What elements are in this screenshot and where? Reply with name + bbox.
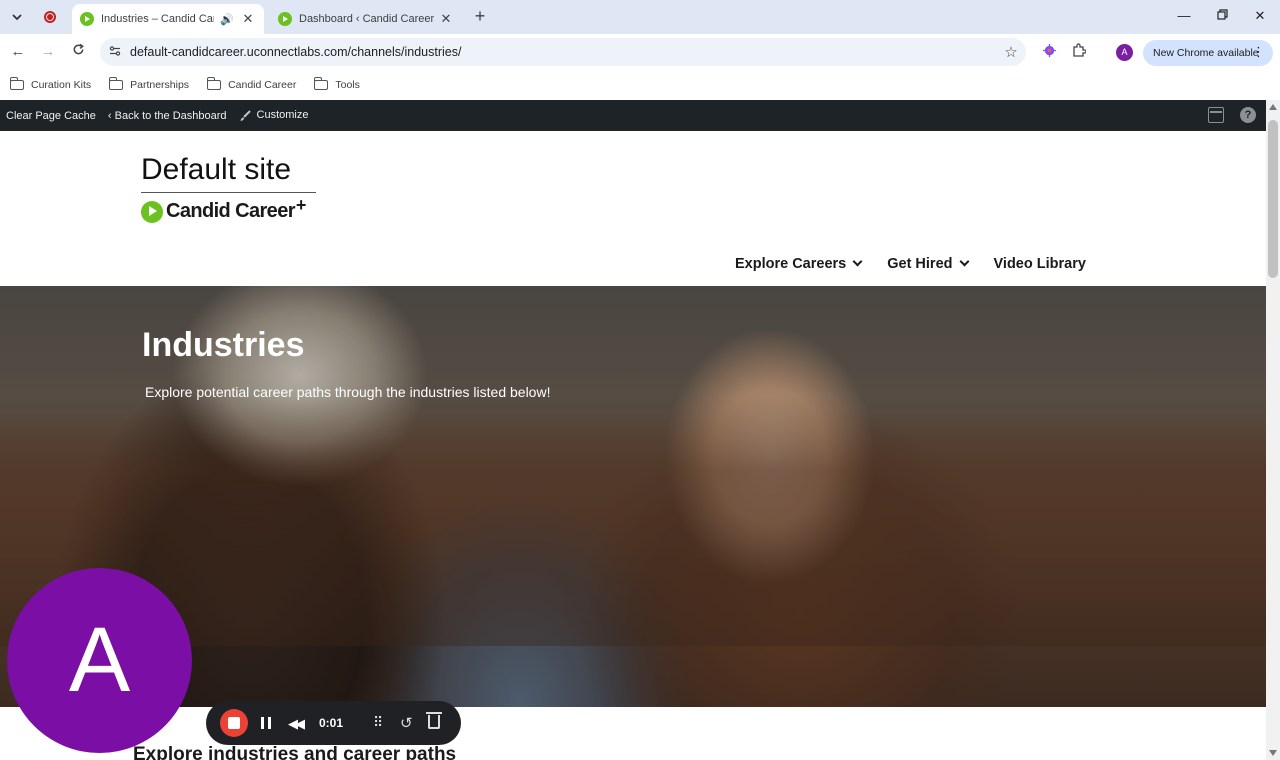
update-label: New Chrome available [1153,47,1259,59]
bookmark-curation-kits[interactable]: Curation Kits [9,77,91,91]
paintbrush-icon [240,109,251,121]
back-button[interactable]: ← [8,42,28,62]
customize-link[interactable]: Customize [239,109,308,121]
candid-career-favicon-icon [278,12,292,26]
scroll-thumb[interactable] [1268,120,1278,278]
scroll-up-arrow-icon[interactable] [1269,104,1277,110]
extensions-puzzle-icon[interactable] [1070,43,1088,61]
update-chrome-button[interactable]: New Chrome available ⋮ [1143,40,1273,66]
title-divider [141,192,316,193]
nav-get-hired[interactable]: Get Hired [887,256,969,272]
site-title[interactable]: Default site [141,153,291,187]
stop-recording-button[interactable] [220,709,248,737]
site-logo[interactable]: Candid Career + [141,195,306,223]
restore-button[interactable] [1212,8,1232,23]
candid-career-favicon-icon [80,12,94,26]
reload-button[interactable] [68,42,88,62]
bookmarks-bar: Curation Kits Partnerships Candid Career… [0,70,1280,100]
logo-plus: + [295,195,307,215]
extension-spark-icon[interactable] [1040,43,1058,61]
logo-text: Candid Career [166,200,296,222]
minimize-button[interactable]: — [1174,8,1194,23]
chevron-down-icon [12,14,22,21]
more-menu-icon[interactable]: ⋮ [1252,44,1265,60]
grid-dots-icon[interactable]: ⠿ [373,714,383,731]
help-icon[interactable]: ? [1240,107,1256,123]
close-icon[interactable]: ✕ [438,11,454,27]
restore-icon [1216,9,1228,20]
restart-icon[interactable]: ↺ [400,714,413,732]
new-tab-button[interactable]: + [470,7,490,27]
hero-heading: Industries [142,326,305,364]
speaker-icon[interactable]: 🔊 [220,13,234,26]
trash-icon[interactable] [426,712,442,729]
close-window-button[interactable]: ✕ [1250,8,1270,24]
pause-button[interactable] [261,717,271,729]
tab-dashboard[interactable]: Dashboard ‹ Candid Career ✕ [270,4,462,34]
back-to-dashboard-link[interactable]: ‹ Back to the Dashboard [108,110,227,122]
site-info-icon[interactable] [100,45,130,60]
admin-bar: Clear Page Cache ‹ Back to the Dashboard… [0,100,1266,131]
recording-tab[interactable] [38,7,62,27]
scroll-down-arrow-icon[interactable] [1269,750,1277,756]
tab-strip: Industries – Candid Career 🔊 ✕ Dashboard… [0,0,1280,34]
rewind-icon[interactable]: ◀◀ [288,716,305,732]
hero-subheading: Explore potential career paths through t… [145,384,551,400]
section-heading: Explore industries and career paths [133,744,457,760]
nav-explore-careers[interactable]: Explore Careers [735,256,863,272]
tab-title: Industries – Candid Career [101,13,214,25]
folder-icon [9,77,24,90]
folder-icon [313,77,329,90]
recorder-webcam-avatar[interactable]: A [7,568,192,753]
calendar-icon[interactable] [1208,107,1224,123]
chevron-down-icon [959,256,969,266]
reload-icon [73,43,84,55]
browser-toolbar: ← → default-candidcareer.uconnectlabs.co… [0,34,1280,70]
tab-industries[interactable]: Industries – Candid Career 🔊 ✕ [72,4,264,34]
recorder-controls: ◀◀ 0:01 ⠿ ↺ [206,701,461,745]
bookmark-tools[interactable]: Tools [313,77,360,91]
main-navigation: Explore Careers Get Hired Video Library [735,256,1112,272]
clear-page-cache-link[interactable]: Clear Page Cache [6,110,96,122]
folder-icon [206,77,222,90]
recording-timer: 0:01 [319,716,344,730]
forward-button[interactable]: → [38,42,58,62]
bookmark-star-icon[interactable]: ☆ [996,43,1026,61]
url-text[interactable]: default-candidcareer.uconnectlabs.com/ch… [130,45,996,59]
chevron-down-icon [852,256,863,266]
close-icon[interactable]: ✕ [240,11,256,27]
bookmark-candid-career[interactable]: Candid Career [206,77,296,91]
play-logo-icon [141,200,163,223]
tab-search-button[interactable] [6,7,28,27]
bookmark-partnerships[interactable]: Partnerships [108,77,189,91]
record-icon [44,11,56,23]
address-bar[interactable]: default-candidcareer.uconnectlabs.com/ch… [100,38,1026,66]
tab-title: Dashboard ‹ Candid Career [299,13,435,25]
profile-avatar[interactable]: A [1116,44,1133,61]
page-scrollbar[interactable] [1266,100,1280,760]
folder-icon [108,77,124,90]
nav-video-library[interactable]: Video Library [994,256,1086,272]
